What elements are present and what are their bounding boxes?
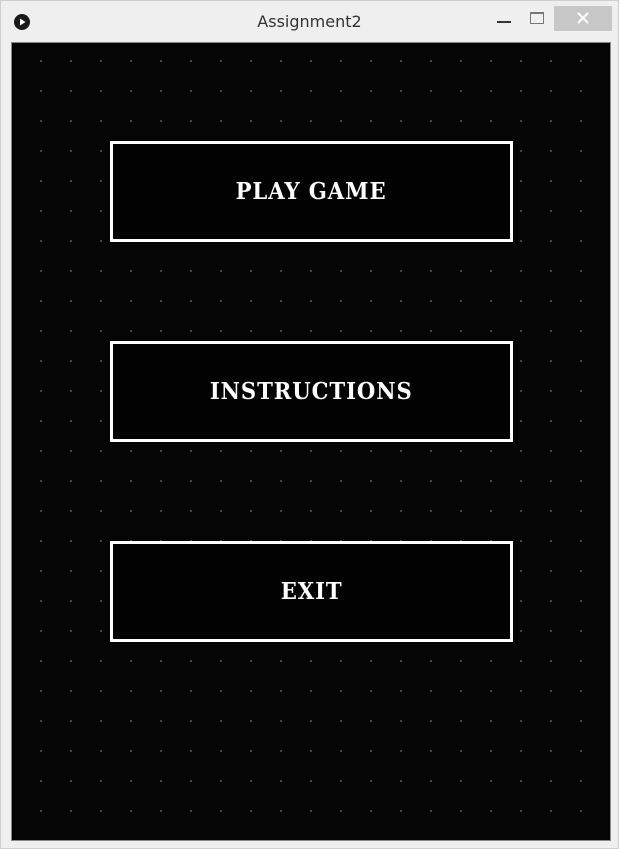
minimize-button[interactable] [489,5,519,29]
exit-label: EXIT [280,578,343,605]
play-game-label: PLAY GAME [236,178,387,205]
close-icon [577,12,589,24]
app-window: Assignment2 PLAY GAME INSTRUCTIONS EXIT [0,0,619,849]
game-canvas: PLAY GAME INSTRUCTIONS EXIT [11,42,611,841]
title-bar[interactable]: Assignment2 [1,1,618,41]
instructions-button[interactable]: INSTRUCTIONS [110,341,513,442]
instructions-label: INSTRUCTIONS [210,378,413,405]
maximize-button[interactable] [521,5,551,29]
minimize-icon [497,21,511,23]
maximize-icon [530,12,544,24]
exit-button[interactable]: EXIT [110,541,513,642]
play-game-button[interactable]: PLAY GAME [110,141,513,242]
close-button[interactable] [554,6,612,31]
